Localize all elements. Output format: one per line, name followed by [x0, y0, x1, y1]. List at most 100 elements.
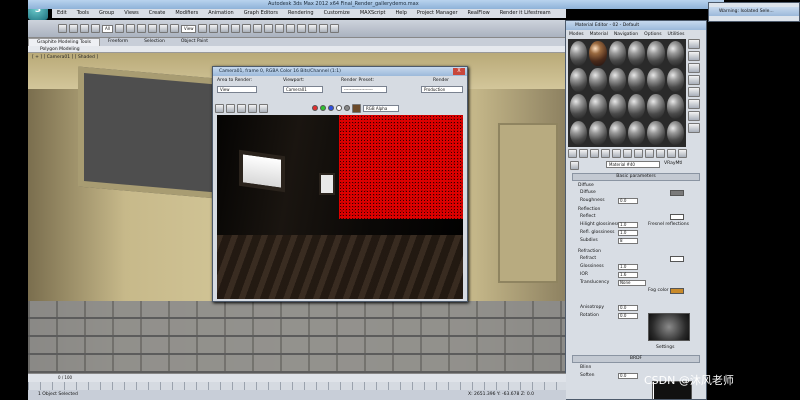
coordinate-display[interactable]: X: 2651.396 Y: -63.678 Z: 0.0: [468, 392, 534, 397]
material-slot[interactable]: [666, 41, 684, 66]
eyedropper-icon[interactable]: [570, 161, 579, 170]
render-setup-icon[interactable]: [308, 24, 318, 33]
me-menu-options[interactable]: Options: [641, 31, 664, 38]
menu-lifestream[interactable]: Render it Lifestream: [495, 9, 556, 18]
clear-icon[interactable]: [259, 103, 268, 113]
ior-spinner[interactable]: 1.6: [618, 272, 638, 278]
video-color-icon[interactable]: [688, 87, 700, 97]
sample-uv-icon[interactable]: [688, 75, 700, 85]
subdivs-spinner[interactable]: 8: [618, 238, 638, 244]
material-slot[interactable]: [666, 67, 684, 92]
diffuse-color-swatch[interactable]: [670, 190, 684, 196]
show-map-icon[interactable]: [645, 149, 654, 158]
material-slot[interactable]: [589, 120, 607, 145]
scale-icon[interactable]: [169, 24, 179, 33]
material-editor-icon[interactable]: [297, 24, 307, 33]
time-slider[interactable]: 0 / 100: [28, 374, 566, 382]
menu-rendering[interactable]: Rendering: [283, 9, 319, 18]
material-slot[interactable]: [608, 94, 626, 119]
make-unique-icon[interactable]: [612, 149, 621, 158]
menu-maxscript[interactable]: MAXScript: [355, 9, 391, 18]
fog-color-swatch[interactable]: [670, 288, 684, 294]
me-menu-modes[interactable]: Modes: [566, 31, 587, 38]
put-to-scene-icon[interactable]: [579, 149, 588, 158]
menu-realflow[interactable]: RealFlow: [463, 9, 495, 18]
green-channel-icon[interactable]: [320, 105, 326, 111]
soften-spinner[interactable]: 0.0: [618, 373, 638, 379]
translucency-dropdown[interactable]: None: [618, 280, 646, 286]
channel-display-dropdown[interactable]: RGB Alpha: [363, 104, 399, 112]
rollout-brdf[interactable]: BRDF: [572, 355, 700, 363]
glossiness-spinner[interactable]: 1.0: [618, 264, 638, 270]
menu-create[interactable]: Create: [144, 9, 171, 18]
hilight-glossiness-spinner[interactable]: 1.0: [618, 222, 638, 228]
menu-graph-editors[interactable]: Graph Editors: [239, 9, 283, 18]
rendered-frame-window[interactable]: Camera01, frame 0, RGBA Color 16 Bits/Ch…: [212, 66, 468, 302]
fresnel-checkbox[interactable]: Fresnel reflections: [648, 222, 689, 227]
material-slot[interactable]: [666, 120, 684, 145]
material-slot[interactable]: [570, 41, 588, 66]
refract-color-swatch[interactable]: [670, 256, 684, 262]
menu-animation[interactable]: Animation: [203, 9, 239, 18]
reflect-color-swatch[interactable]: [670, 214, 684, 220]
material-editor-window[interactable]: Material Editor - 02 - Default Modes Mat…: [565, 20, 707, 400]
menu-views[interactable]: Views: [119, 9, 143, 18]
save-image-icon[interactable]: [215, 103, 224, 113]
schematic-icon[interactable]: [286, 24, 296, 33]
render-mode-dropdown[interactable]: Production: [421, 86, 463, 93]
unlink-icon[interactable]: [91, 24, 100, 33]
ribbon-subtab-polygon-modeling[interactable]: Polygon Modeling: [28, 46, 568, 53]
menu-group[interactable]: Group: [94, 9, 119, 18]
go-to-parent-icon[interactable]: [667, 149, 676, 158]
material-slot[interactable]: [628, 41, 646, 66]
assign-material-icon[interactable]: [590, 149, 599, 158]
angle-snap-icon[interactable]: [220, 24, 230, 33]
tab-selection[interactable]: Selection: [136, 38, 173, 46]
select-by-name-icon[interactable]: [125, 24, 135, 33]
reset-map-icon[interactable]: [601, 149, 610, 158]
material-slot[interactable]: [589, 94, 607, 119]
tab-graphite-modeling[interactable]: Graphite Modeling Tools: [28, 38, 101, 46]
mirror-icon[interactable]: [242, 24, 252, 33]
rotation-spinner[interactable]: 0.0: [618, 313, 638, 319]
viewport-label[interactable]: [ + ] [ Camera01 ] [ Shaded ]: [32, 55, 98, 60]
print-icon[interactable]: [248, 103, 257, 113]
copy-image-icon[interactable]: [226, 103, 235, 113]
selection-filter-dropdown[interactable]: All: [102, 24, 113, 33]
material-slot[interactable]: [647, 41, 665, 66]
material-slot[interactable]: [628, 94, 646, 119]
select-object-icon[interactable]: [114, 24, 124, 33]
brdf-type-dropdown[interactable]: Blinn: [580, 365, 591, 370]
material-slot[interactable]: [589, 67, 607, 92]
tab-object-paint[interactable]: Object Paint: [173, 38, 216, 46]
put-to-library-icon[interactable]: [623, 149, 632, 158]
material-type-button[interactable]: VRayMtl: [664, 161, 682, 166]
material-slot[interactable]: [628, 67, 646, 92]
reference-coordinate-dropdown[interactable]: View: [180, 24, 197, 33]
rotate-icon[interactable]: [158, 24, 168, 33]
background-icon[interactable]: [688, 63, 700, 73]
blue-channel-icon[interactable]: [328, 105, 334, 111]
layer-icon[interactable]: [264, 24, 274, 33]
get-material-icon[interactable]: [568, 149, 577, 158]
render-teapot-icon[interactable]: [330, 24, 340, 33]
go-forward-icon[interactable]: [678, 149, 687, 158]
options-icon[interactable]: [688, 111, 700, 121]
move-icon[interactable]: [147, 24, 157, 33]
undo-icon[interactable]: [58, 24, 67, 33]
align-icon[interactable]: [253, 24, 263, 33]
render-preset-dropdown[interactable]: --------------------: [341, 86, 387, 93]
sample-type-icon[interactable]: [688, 39, 700, 49]
material-slot[interactable]: [608, 120, 626, 145]
me-menu-material[interactable]: Material: [587, 31, 611, 38]
material-slot[interactable]: [608, 67, 626, 92]
rendered-frame-icon[interactable]: [319, 24, 329, 33]
isolated-selection-window[interactable]: Warning: Isolated Sele...: [708, 2, 800, 22]
redo-icon[interactable]: [69, 24, 78, 33]
me-menu-navigation[interactable]: Navigation: [611, 31, 641, 38]
menu-edit[interactable]: Edit: [52, 9, 72, 18]
snap-icon[interactable]: [209, 24, 219, 33]
background-color-icon[interactable]: [352, 103, 361, 113]
link-icon[interactable]: [80, 24, 89, 33]
material-slot[interactable]: [628, 120, 646, 145]
